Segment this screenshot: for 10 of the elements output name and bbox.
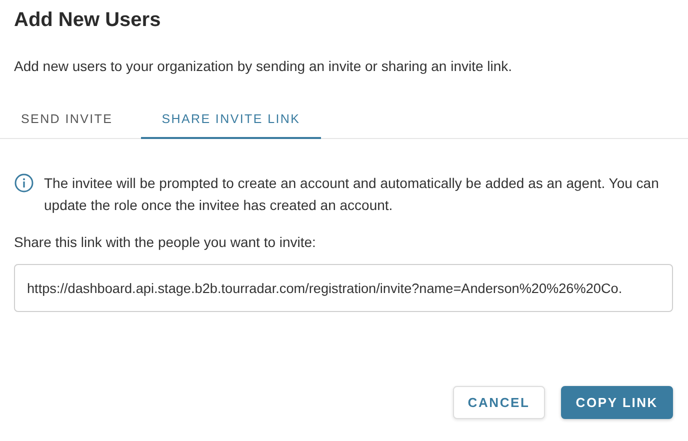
- cancel-button[interactable]: CANCEL: [452, 386, 545, 419]
- tab[interactable]: SEND INVITE: [0, 100, 141, 139]
- dialog-title: Add New Users: [13, 8, 162, 32]
- info-icon: [14, 173, 34, 193]
- tab[interactable]: SHARE INVITE LINK: [140, 100, 322, 139]
- link-field[interactable]: https://dashboard.api.stage.b2b.tourradar.com/registration/invite?name=Anderson%20%26%20Co.: [14, 264, 673, 312]
- field-label: Share this link with the people you want to invite:: [13, 233, 317, 250]
- dialog-description: Add new users to your organization by sending an invite or sharing an invite link.: [13, 57, 514, 74]
- copy-link-button[interactable]: COPY LINK: [560, 386, 673, 419]
- info-message: The invitee will be prompted to create an account and automatically be added as an agent. You can update the role once the invitee has created an account.: [44, 174, 660, 215]
